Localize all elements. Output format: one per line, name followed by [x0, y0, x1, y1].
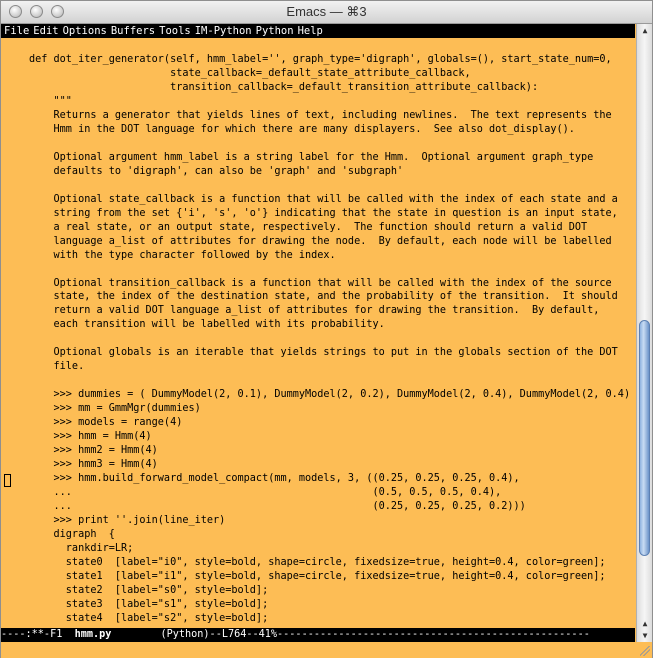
editor-area[interactable]: def dot_iter_generator(self, hmm_label='… [1, 39, 635, 627]
code-line[interactable]: >>> print ''.join(line_iter) [29, 514, 635, 528]
code-line[interactable]: >>> mm = GmmMgr(dummies) [29, 402, 635, 416]
code-line[interactable]: Optional transition_callback is a functi… [29, 277, 635, 291]
code-line[interactable]: state, the index of the destination stat… [29, 290, 635, 304]
modeline-status: ----:**-F1 [1, 629, 75, 640]
code-line[interactable]: >>> hmm2 = Hmm(4) [29, 444, 635, 458]
code-line[interactable]: """ [29, 95, 635, 109]
left-fringe [1, 39, 15, 627]
menu-file[interactable]: File [1, 25, 29, 37]
menu-bar: File Edit Options Buffers Tools IM-Python Pyth… [1, 24, 635, 38]
code-line[interactable]: >>> models = range(4) [29, 416, 635, 430]
code-line[interactable]: Optional globals is an iterable that yie… [29, 346, 635, 360]
code-line[interactable]: return a valid DOT language a_list of at… [29, 304, 635, 318]
code-line[interactable]: rankdir=LR; [29, 542, 635, 556]
menu-options[interactable]: Options [59, 25, 107, 37]
modeline-buffer-name: hmm.py [74, 629, 112, 640]
code-line[interactable]: state1 [label="i1", style=bold, shape=ci… [29, 570, 635, 584]
code-line[interactable]: Returns a generator that yields lines of… [29, 109, 635, 123]
menu-im-python[interactable]: IM-Python [191, 25, 252, 37]
code-line[interactable]: state0 [label="i0", style=bold, shape=ci… [29, 556, 635, 570]
code-line[interactable] [29, 179, 635, 193]
code-line[interactable]: state_callback=_default_state_attribute_… [29, 67, 635, 81]
code-line[interactable]: state3 [label="s1", style=bold]; [29, 598, 635, 612]
scroll-down-arrow-icon[interactable]: ▼ [640, 631, 650, 640]
minibuffer[interactable] [1, 642, 652, 658]
code-line[interactable]: ... (0.25, 0.25, 0.25, 0.2))) [29, 500, 635, 514]
scrollbar-thumb[interactable] [639, 320, 650, 557]
code-line[interactable] [29, 374, 635, 388]
code-line[interactable]: >>> dummies = ( DummyModel(2, 0.1), Dumm… [29, 388, 635, 402]
menu-edit[interactable]: Edit [29, 25, 58, 37]
menu-buffers[interactable]: Buffers [107, 25, 155, 37]
code-line[interactable] [29, 137, 635, 151]
code-line[interactable]: ... (0.5, 0.5, 0.5, 0.4), [29, 486, 635, 500]
code-line[interactable] [29, 332, 635, 346]
emacs-window: Emacs — ⌘3 File Edit Options Buffers Tools IM… [0, 0, 653, 658]
code-line[interactable]: defaults to 'digraph', can also be 'grap… [29, 165, 635, 179]
vertical-scrollbar[interactable]: ▲ ▲ ▼ [636, 24, 652, 642]
code-line[interactable]: >>> hmm = Hmm(4) [29, 430, 635, 444]
code-line[interactable]: Optional state_callback is a function th… [29, 193, 635, 207]
code-line[interactable]: state4 [label="s2", style=bold]; [29, 612, 635, 626]
window-title: Emacs — ⌘3 [286, 4, 367, 19]
buffer-text[interactable]: def dot_iter_generator(self, hmm_label='… [29, 53, 635, 626]
mode-line: ----:**-F1 hmm.py (Python)--L764--41%---… [1, 628, 635, 642]
menu-python[interactable]: Python [252, 25, 294, 37]
code-line[interactable]: def dot_iter_generator(self, hmm_label='… [29, 53, 635, 67]
modeline-mode: (Python)--L764--41% [111, 629, 278, 640]
code-line[interactable]: a real state, or an output state, respec… [29, 221, 635, 235]
scroll-up-arrow-icon[interactable]: ▲ [640, 26, 650, 35]
code-line[interactable]: transition_callback=_default_transition_… [29, 81, 635, 95]
menu-help[interactable]: Help [294, 25, 323, 37]
menu-tools[interactable]: Tools [155, 25, 191, 37]
code-line[interactable]: >>> hmm3 = Hmm(4) [29, 458, 635, 472]
scroll-up-arrow-icon[interactable]: ▲ [640, 619, 650, 628]
resize-grip-icon[interactable] [640, 646, 650, 656]
code-line[interactable]: string from the set {'i', 's', 'o'} indi… [29, 207, 635, 221]
text-cursor [4, 474, 11, 487]
code-line[interactable]: digraph { [29, 528, 635, 542]
code-line[interactable]: each transition will be labelled with it… [29, 318, 635, 332]
code-line[interactable]: Optional argument hmm_label is a string … [29, 151, 635, 165]
code-line[interactable]: language a_list of attributes for drawin… [29, 235, 635, 249]
code-line[interactable]: with the type character followed by the … [29, 249, 635, 263]
code-line[interactable] [29, 263, 635, 277]
code-line[interactable]: Hmm in the DOT language for which there … [29, 123, 635, 137]
code-line[interactable]: state2 [label="s0", style=bold]; [29, 584, 635, 598]
code-line[interactable]: file. [29, 360, 635, 374]
title-bar[interactable]: Emacs — ⌘3 [1, 1, 652, 24]
modeline-fill: ----------------------------------------… [277, 629, 590, 640]
code-line[interactable]: >>> hmm.build_forward_model_compact(mm, … [29, 472, 635, 486]
